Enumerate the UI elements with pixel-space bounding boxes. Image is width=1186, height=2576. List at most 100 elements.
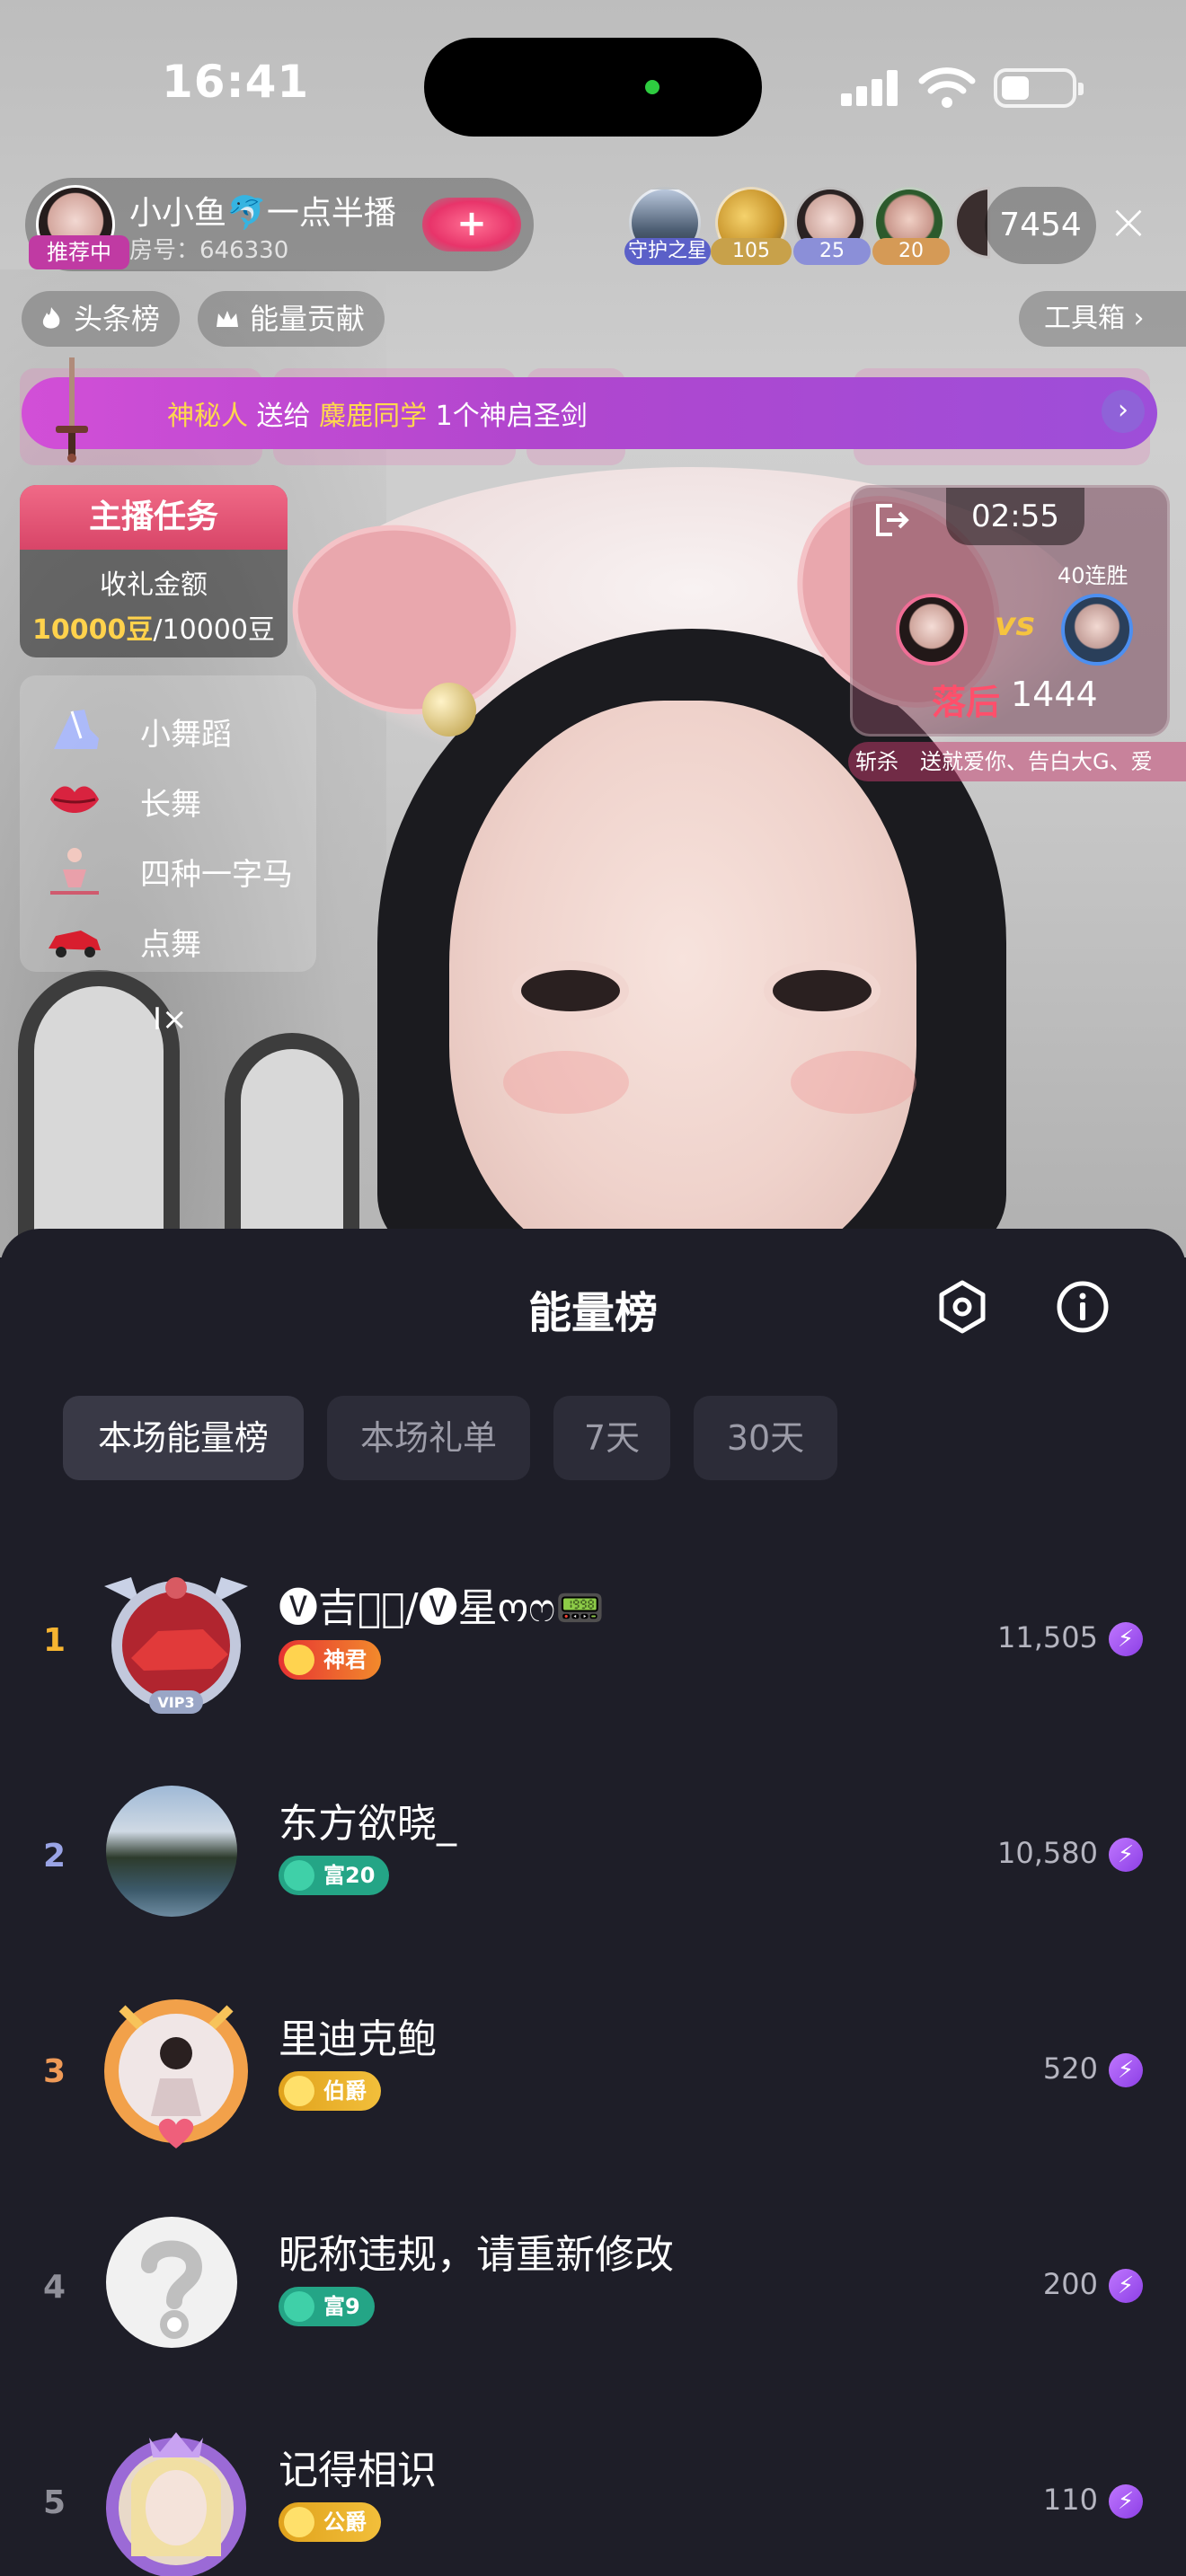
gift-name: 1个神启圣剑 <box>435 401 588 432</box>
wifi-icon <box>918 67 976 108</box>
task-title: 主播任务 <box>20 485 288 550</box>
energy-score: 110 <box>1042 2483 1098 2517</box>
dynamic-island <box>424 38 762 137</box>
user-name: 记得相识 <box>279 2448 437 2493</box>
noble-rank-icon <box>284 2076 314 2106</box>
status-bar: 16:41 <box>0 0 1186 171</box>
streamer-eye <box>521 970 620 1011</box>
dance-menu-label: 点舞 <box>140 927 201 963</box>
streamer-cheek <box>503 1051 629 1114</box>
tab-session-energy[interactable]: 本场能量榜 <box>63 1396 304 1480</box>
user-name: 昵称违规，请重新修改 <box>279 2232 674 2278</box>
heart-frame-icon <box>104 1999 248 2148</box>
ranking-row[interactable]: 1 VIP3 🅥吉🥀⃠/🅥星ოෆ📟 神君 11,505 ⚡ <box>0 1550 1186 1730</box>
viewer-count[interactable]: 7454 <box>985 187 1096 264</box>
close-icon[interactable]: × <box>1102 198 1155 251</box>
task-target: /10000豆 <box>153 614 275 646</box>
sword-gift-icon <box>56 357 88 463</box>
question-mark-icon <box>141 2240 203 2339</box>
user-name: 东方欲晓_ <box>279 1801 456 1847</box>
flame-icon <box>42 307 60 329</box>
energy-score: 200 <box>1042 2267 1098 2301</box>
text-cursor-icon: I× <box>153 1001 188 1037</box>
ranking-row[interactable]: 4 昵称违规，请重新修改 富9 200 ⚡ <box>0 2197 1186 2377</box>
tab-session-gifts[interactable]: 本场礼单 <box>327 1396 530 1480</box>
host-info-pill[interactable]: 推荐中 小小鱼🐬一点半播 房号：646330 + <box>25 178 534 271</box>
viewer-avatar[interactable]: 105 <box>711 187 792 265</box>
user-name: 里迪克鲍 <box>279 2016 437 2062</box>
settings-icon[interactable] <box>934 1279 990 1335</box>
pk-score: 1444 <box>1011 675 1098 714</box>
battery-icon <box>994 68 1084 108</box>
dance-menu-label: 小舞蹈 <box>140 717 232 753</box>
user-name: 🅥吉🥀⃠/🅥星ოෆ📟 <box>279 1585 605 1631</box>
pk-opponent-avatar[interactable] <box>1061 594 1133 666</box>
viewer-avatar[interactable]: 守护之星 <box>624 187 711 265</box>
pk-battle-card[interactable]: 02:55 40连胜 vs 落后 1444 <box>850 485 1170 737</box>
crystal-shoe-icon <box>54 710 99 749</box>
avatar[interactable] <box>95 2206 257 2368</box>
rank-number: 4 <box>43 2269 66 2306</box>
crown-icon <box>217 311 238 327</box>
viewer-score-tag: 20 <box>872 238 950 265</box>
avatar[interactable] <box>95 1990 257 2152</box>
avatar[interactable] <box>95 1775 257 1936</box>
dance-menu-label: 四种一字马 <box>140 857 293 893</box>
level-badge-label: 富9 <box>323 2294 360 2319</box>
ranking-row[interactable]: 5 记得相识 公爵 110 ⚡ <box>0 2413 1186 2576</box>
host-task-card[interactable]: 主播任务 收礼金额 10000豆/10000豆 <box>20 485 288 657</box>
wealth-level-icon <box>284 2291 314 2322</box>
streamer-cheek <box>791 1051 916 1114</box>
follow-button[interactable]: + <box>422 198 521 251</box>
guardian-star-tag: 守护之星 <box>624 238 711 265</box>
streamer-eye <box>773 970 872 1011</box>
pk-vs-label: vs <box>995 606 1035 643</box>
task-current: 10000豆 <box>32 614 154 646</box>
pk-host-avatar[interactable] <box>896 594 968 666</box>
headline-board-label: 头条榜 <box>74 302 161 336</box>
energy-score: 520 <box>1042 2051 1098 2086</box>
task-label: 收礼金额 <box>100 569 208 601</box>
dancer-figure-icon <box>50 848 99 895</box>
toolbox-button[interactable]: 工具箱 › <box>1019 291 1186 347</box>
ranking-row[interactable]: 3 里迪克鲍 伯爵 520 ⚡ <box>0 1981 1186 2161</box>
level-badge: 富9 <box>279 2287 375 2326</box>
chevron-right-icon: › <box>1133 303 1145 334</box>
level-badge-label: 公爵 <box>323 2510 367 2535</box>
avatar[interactable]: VIP3 <box>95 1559 257 1721</box>
chevron-right-icon[interactable]: › <box>1102 390 1145 433</box>
recommend-badge: 推荐中 <box>29 235 129 269</box>
camera-indicator-icon <box>645 80 659 94</box>
energy-contribution-button[interactable]: 能量贡献 <box>198 291 385 347</box>
pk-status: 落后 <box>932 683 1001 722</box>
wealth-level-icon <box>284 1860 314 1891</box>
info-icon[interactable] <box>1055 1279 1111 1335</box>
pk-marquee: 斩杀 送就爱你、告白大G、爱 <box>848 742 1186 781</box>
level-badge: 伯爵 <box>279 2071 381 2111</box>
noble-rank-icon <box>284 2507 314 2537</box>
energy-bolt-icon: ⚡ <box>1109 2269 1143 2303</box>
background-arch <box>225 1033 359 1257</box>
energy-contribution-label: 能量贡献 <box>250 302 366 336</box>
level-badge-label: 伯爵 <box>323 2078 367 2104</box>
viewer-avatar[interactable]: 20 <box>872 187 950 265</box>
avatar[interactable] <box>95 2422 257 2576</box>
vip3-frame-icon: VIP3 <box>104 1577 248 1714</box>
tab-7-days[interactable]: 7天 <box>553 1396 670 1480</box>
energy-bolt-icon: ⚡ <box>1109 1838 1143 1872</box>
ranking-row[interactable]: 2 东方欲晓_ 富20 10,580 ⚡ <box>0 1766 1186 1945</box>
purple-crown-frame-icon <box>106 2432 246 2576</box>
toolbox-label: 工具箱 <box>1044 303 1125 334</box>
headline-board-button[interactable]: 头条榜 <box>22 291 181 347</box>
viewer-avatar[interactable]: 25 <box>793 187 871 265</box>
host-name: 小小鱼🐬一点半播 <box>129 195 396 232</box>
tab-30-days[interactable]: 30天 <box>694 1396 837 1480</box>
pk-win-streak: 40连胜 <box>1058 563 1128 588</box>
energy-score: 11,505 <box>997 1620 1098 1654</box>
exit-icon[interactable] <box>871 500 910 540</box>
mountain-lake-avatar <box>106 1786 237 1917</box>
gift-banner-text: 神秘人 送给 麋鹿同学 1个神启圣剑 <box>167 393 588 433</box>
svg-text:VIP3: VIP3 <box>157 1694 194 1711</box>
viewer-score-tag: 105 <box>711 238 792 265</box>
task-progress: 10000豆/10000豆 <box>20 607 288 647</box>
